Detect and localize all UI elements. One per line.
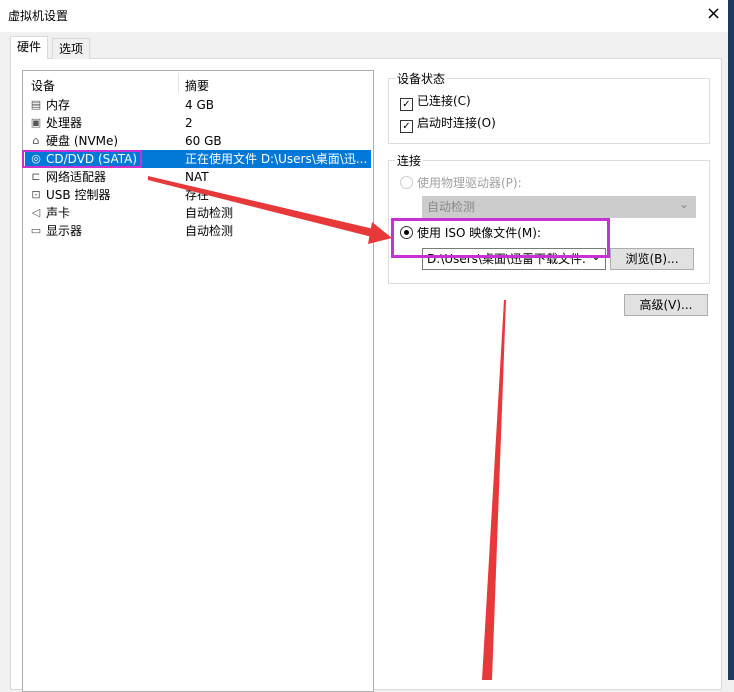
arrow-down xyxy=(482,300,506,680)
arrow-to-iso xyxy=(148,176,392,244)
annotation-arrows xyxy=(148,176,506,680)
tab-hardware[interactable]: 硬件 xyxy=(10,36,49,59)
